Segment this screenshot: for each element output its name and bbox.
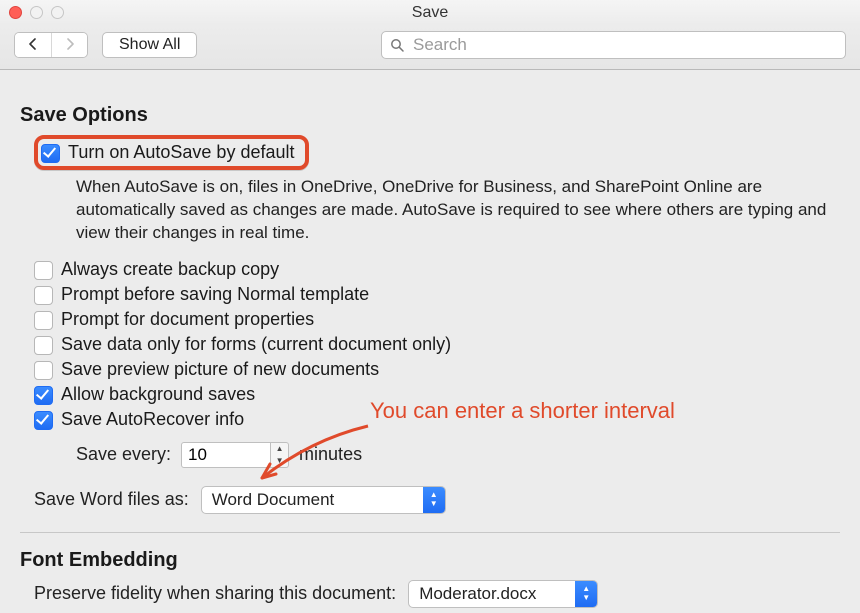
prompt-props-checkbox[interactable] <box>34 311 53 330</box>
preview-pic-checkbox[interactable] <box>34 361 53 380</box>
backup-copy-checkbox[interactable] <box>34 261 53 280</box>
save-every-arrows[interactable]: ▲ ▼ <box>271 442 289 468</box>
nav-segmented <box>14 32 88 58</box>
section-divider <box>20 532 840 533</box>
minimize-window-button[interactable] <box>30 6 43 19</box>
prompt-props-label: Prompt for document properties <box>61 309 314 330</box>
font-embedding-heading: Font Embedding <box>20 549 840 572</box>
preserve-fidelity-value: Moderator.docx <box>419 584 536 604</box>
show-all-button[interactable]: Show All <box>102 32 197 58</box>
prompt-normal-row: Prompt before saving Normal template <box>34 284 840 305</box>
save-every-stepper: ▲ ▼ <box>181 442 289 468</box>
preview-pic-label: Save preview picture of new documents <box>61 359 379 380</box>
autosave-row: Turn on AutoSave by default <box>34 135 309 170</box>
window-title: Save <box>0 4 860 22</box>
preserve-fidelity-row: Preserve fidelity when sharing this docu… <box>34 580 840 608</box>
save-as-label: Save Word files as: <box>34 489 189 510</box>
stepper-down-icon: ▼ <box>271 455 288 467</box>
preferences-toolbar: Show All <box>0 25 860 70</box>
backup-copy-row: Always create backup copy <box>34 259 840 280</box>
autosave-description: When AutoSave is on, files in OneDrive, … <box>76 176 840 245</box>
autorecover-row: Save AutoRecover info <box>34 409 840 430</box>
autorecover-label: Save AutoRecover info <box>61 409 244 430</box>
bg-saves-row: Allow background saves <box>34 384 840 405</box>
prompt-normal-label: Prompt before saving Normal template <box>61 284 369 305</box>
bg-saves-label: Allow background saves <box>61 384 255 405</box>
preferences-content: Save Options Turn on AutoSave by default… <box>0 70 860 613</box>
search-icon <box>390 38 405 53</box>
save-as-select[interactable]: Word Document ▲▼ <box>201 486 446 514</box>
chevron-right-icon <box>65 38 75 50</box>
window-controls <box>9 6 64 19</box>
save-options-group: Turn on AutoSave by default When AutoSav… <box>20 135 840 468</box>
chevron-left-icon <box>28 38 38 50</box>
save-every-unit: minutes <box>299 444 362 465</box>
backup-copy-label: Always create backup copy <box>61 259 279 280</box>
save-as-value: Word Document <box>212 490 335 510</box>
forms-only-label: Save data only for forms (current docume… <box>61 334 451 355</box>
autosave-label: Turn on AutoSave by default <box>68 142 295 163</box>
autosave-checkbox[interactable] <box>41 144 60 163</box>
save-options-heading: Save Options <box>20 104 840 127</box>
save-every-label: Save every: <box>76 444 171 465</box>
back-button[interactable] <box>15 33 51 57</box>
select-arrows-icon: ▲▼ <box>423 487 445 513</box>
save-every-row: Save every: ▲ ▼ minutes <box>76 442 840 468</box>
close-window-button[interactable] <box>9 6 22 19</box>
prompt-normal-checkbox[interactable] <box>34 286 53 305</box>
stepper-up-icon: ▲ <box>271 443 288 455</box>
preserve-fidelity-label: Preserve fidelity when sharing this docu… <box>34 583 396 604</box>
search-field[interactable] <box>381 31 846 59</box>
preserve-fidelity-select[interactable]: Moderator.docx ▲▼ <box>408 580 598 608</box>
preview-pic-row: Save preview picture of new documents <box>34 359 840 380</box>
bg-saves-checkbox[interactable] <box>34 386 53 405</box>
forms-only-row: Save data only for forms (current docume… <box>34 334 840 355</box>
select-arrows-icon: ▲▼ <box>575 581 597 607</box>
search-input[interactable] <box>411 34 837 56</box>
autorecover-checkbox[interactable] <box>34 411 53 430</box>
forward-button[interactable] <box>51 33 87 57</box>
save-as-row: Save Word files as: Word Document ▲▼ <box>34 486 840 514</box>
titlebar: Save <box>0 0 860 25</box>
prompt-props-row: Prompt for document properties <box>34 309 840 330</box>
forms-only-checkbox[interactable] <box>34 336 53 355</box>
save-every-input[interactable] <box>181 442 271 468</box>
zoom-window-button[interactable] <box>51 6 64 19</box>
